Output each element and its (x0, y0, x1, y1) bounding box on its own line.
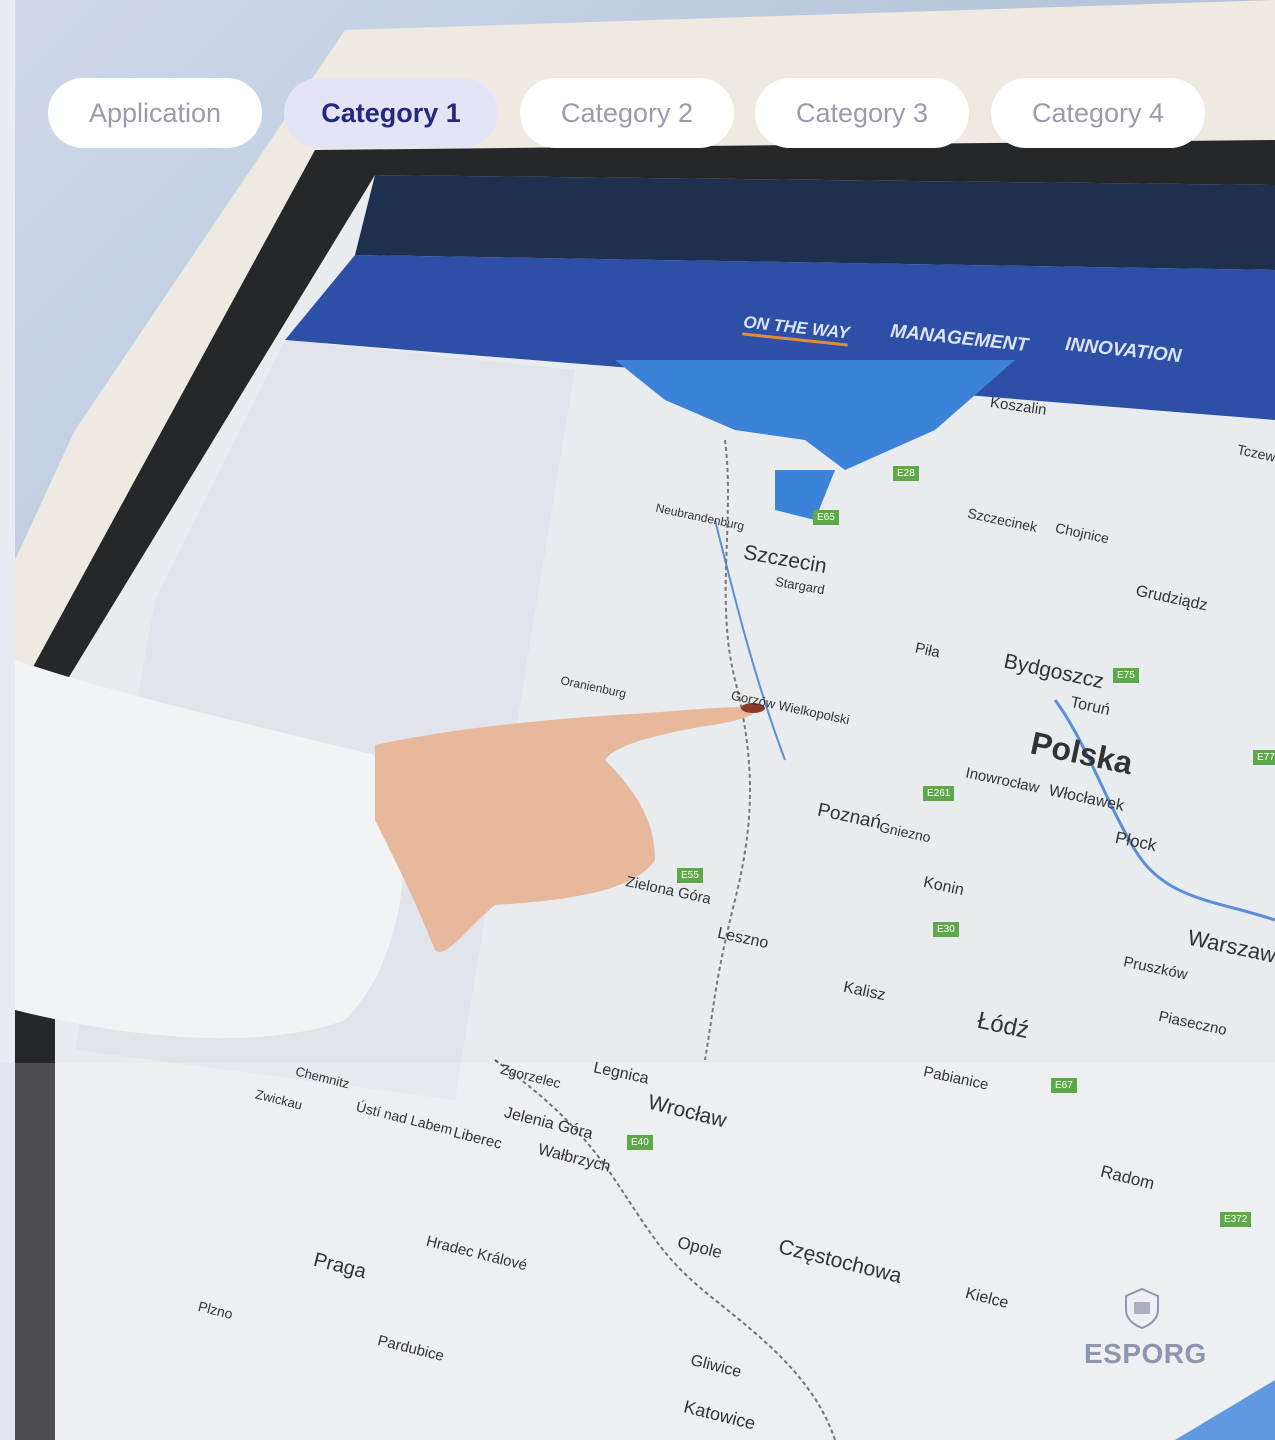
tab-category-2[interactable]: Category 2 (520, 78, 734, 148)
road-badge: E65 (813, 510, 839, 525)
page: ON THE WAY MANAGEMENT INNOVATION Koszali… (0, 0, 1275, 1440)
road-badge: E77 (1253, 750, 1275, 765)
esporg-logo: ESPORG (1084, 1286, 1207, 1376)
road-badge: E261 (923, 786, 955, 801)
road-badge: E55 (677, 868, 703, 883)
esporg-logo-mark (1125, 1287, 1159, 1330)
tab-category-3[interactable]: Category 3 (755, 78, 969, 148)
road-badge: E30 (933, 922, 959, 937)
road-badges: E28 E65 E75 E77 E261 E30 E67 E40 E55 E37… (15, 0, 1275, 1440)
road-badge: E372 (1220, 1212, 1252, 1227)
road-badge: E75 (1113, 668, 1139, 683)
road-badge: E28 (893, 466, 919, 481)
left-panel (0, 1063, 15, 1440)
tab-application[interactable]: Application (48, 78, 262, 148)
tab-category-4[interactable]: Category 4 (991, 78, 1205, 148)
tab-category-1[interactable]: Category 1 (284, 78, 498, 148)
logo-text: ESPORG (1084, 1338, 1207, 1369)
road-badge: E40 (627, 1135, 653, 1150)
hero-photo: ON THE WAY MANAGEMENT INNOVATION Koszali… (15, 0, 1275, 1440)
category-tabs: Application Category 1 Category 2 Catego… (48, 78, 1208, 148)
road-badge: E67 (1051, 1078, 1077, 1093)
